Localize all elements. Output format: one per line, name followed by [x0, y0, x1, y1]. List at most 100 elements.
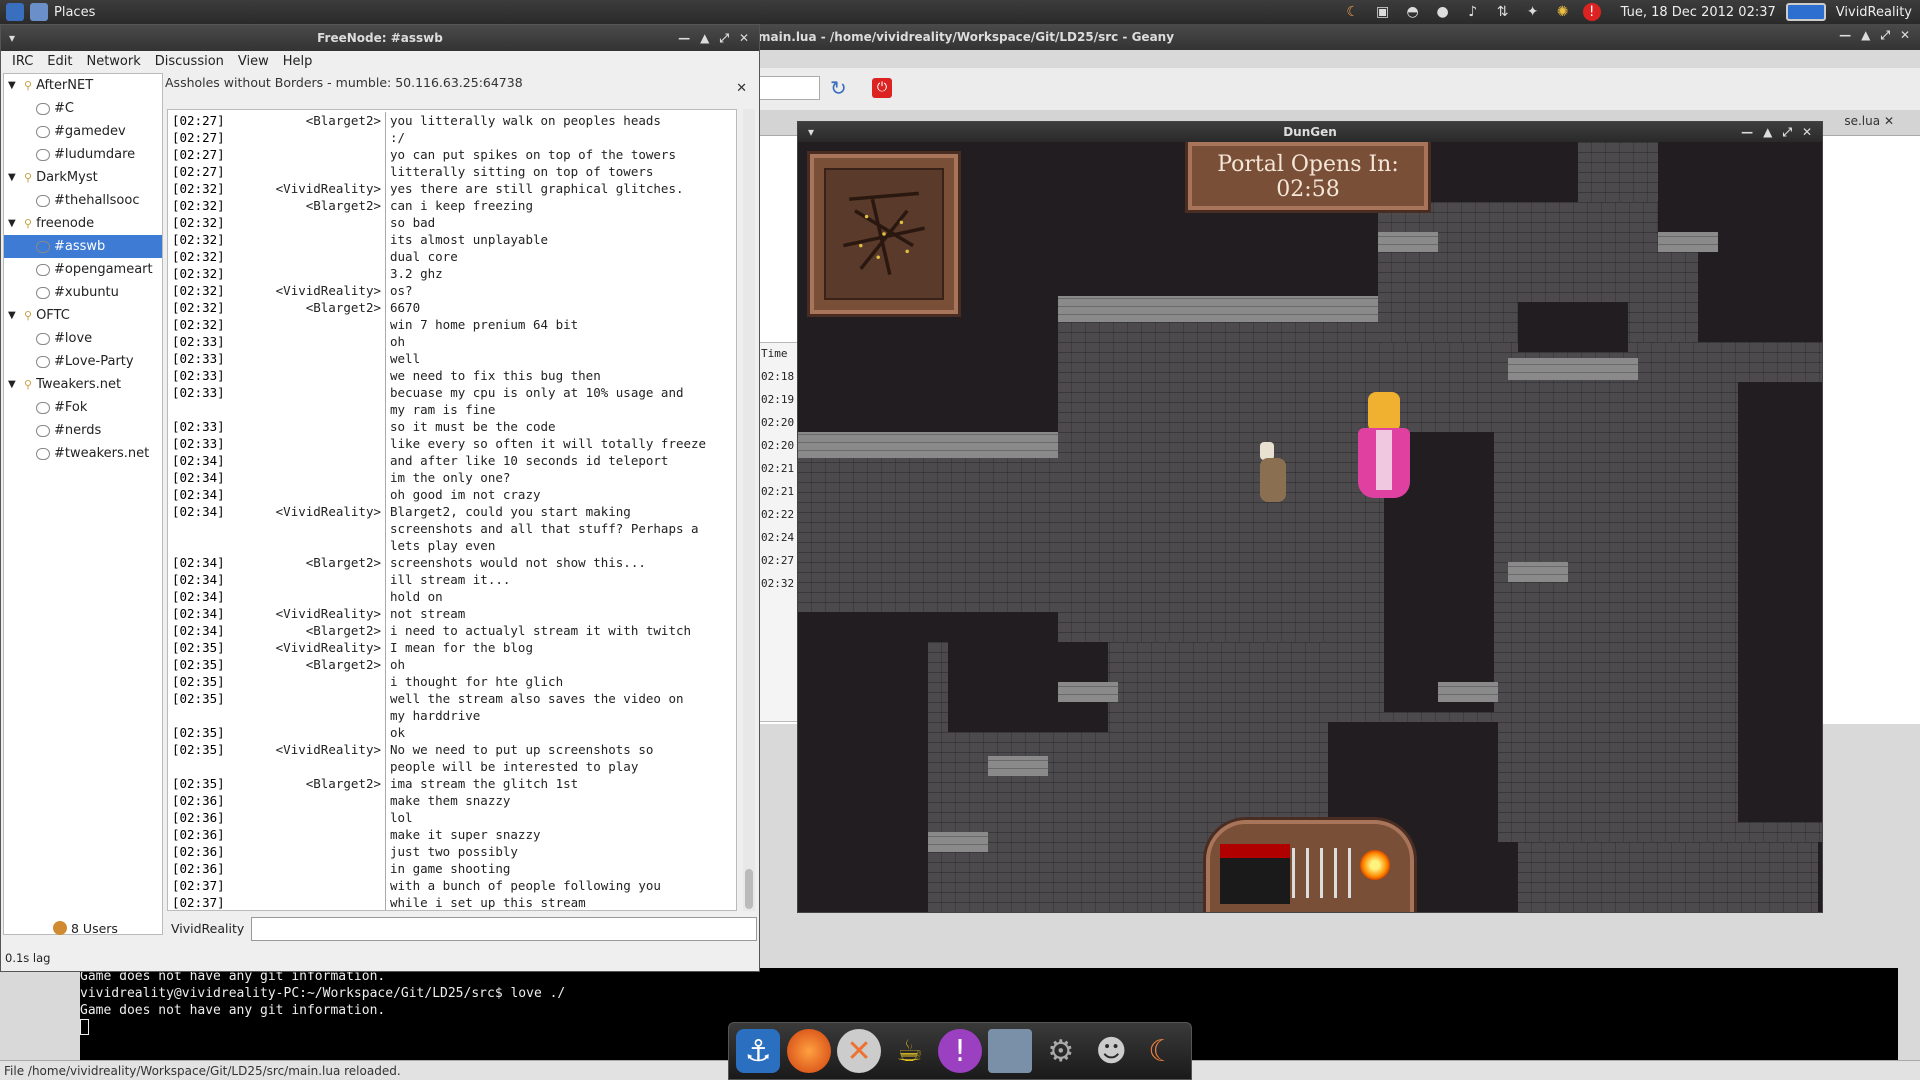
tab-se-lua[interactable]: se.lua ✕	[1844, 114, 1894, 128]
close-icon[interactable]: ✕	[1900, 28, 1910, 43]
expander-icon[interactable]: ▼	[8, 80, 20, 91]
chat-nick[interactable]: <Blarget2>	[238, 622, 386, 639]
x-tool-icon[interactable]: ✕	[837, 1029, 882, 1073]
menu-network[interactable]: Network	[79, 51, 147, 73]
expander-icon[interactable]: ▼	[8, 218, 20, 229]
nick-button[interactable]: VividReality	[171, 921, 244, 936]
chat-nick[interactable]	[238, 163, 386, 180]
chat-icon[interactable]: ●	[1433, 3, 1453, 21]
anchor-icon[interactable]: ⚓	[736, 1029, 781, 1073]
folder-icon[interactable]	[988, 1029, 1033, 1073]
tree-network[interactable]: ▼ ⚲ AfterNET	[4, 74, 162, 97]
chat-nick[interactable]	[238, 129, 386, 146]
chat-nick[interactable]	[238, 792, 386, 809]
topic-close-icon[interactable]: ✕	[736, 81, 747, 96]
places-menu[interactable]: Places	[0, 3, 95, 21]
workspace-switcher-icon[interactable]	[1785, 3, 1826, 21]
chat-nick[interactable]	[238, 877, 386, 894]
expander-icon[interactable]: ▼	[8, 310, 20, 321]
tree-channel[interactable]: #ludumdare	[4, 143, 162, 166]
tree-channel[interactable]: #C	[4, 97, 162, 120]
tree-channel[interactable]: #nerds	[4, 419, 162, 442]
chat-nick[interactable]: <Blarget2>	[238, 299, 386, 316]
user-name[interactable]: VividReality	[1836, 5, 1912, 20]
network-icon[interactable]: ⇅	[1493, 3, 1513, 21]
teapot-icon[interactable]: ☕	[888, 1029, 932, 1073]
window-menu-icon[interactable]: ▾	[9, 25, 15, 51]
close-icon[interactable]: ✕	[1802, 122, 1812, 142]
chat-nick[interactable]	[238, 350, 386, 367]
xfce-menu-icon[interactable]	[6, 3, 24, 21]
chat-log[interactable]: [02:27] <Blarget2> you litterally walk on …	[167, 109, 737, 911]
chat-nick[interactable]	[238, 809, 386, 826]
chat-nick[interactable]	[238, 690, 386, 724]
chat-nick[interactable]: <VividReality>	[238, 639, 386, 656]
firefox-icon[interactable]	[786, 1029, 831, 1073]
chat-nick[interactable]: <VividReality>	[238, 180, 386, 197]
chat-nick[interactable]	[238, 469, 386, 486]
expander-icon[interactable]: ▼	[8, 172, 20, 183]
chat-nick[interactable]	[238, 231, 386, 248]
chat-nick[interactable]: <Blarget2>	[238, 554, 386, 571]
window-menu-icon[interactable]: ▾	[808, 122, 814, 142]
tree-network[interactable]: ▼ ⚲ Tweakers.net	[4, 373, 162, 396]
love-icon[interactable]: ☾	[1140, 1029, 1184, 1073]
maximize-icon[interactable]: ⤢	[1880, 28, 1890, 43]
quit-icon[interactable]: ⏻	[872, 78, 892, 98]
chat-nick[interactable]	[238, 435, 386, 452]
geany-search-input[interactable]	[758, 76, 820, 100]
chat-nick[interactable]: <VividReality>	[238, 605, 386, 622]
chat-nick[interactable]	[238, 418, 386, 435]
chat-nick[interactable]: <Blarget2>	[238, 112, 386, 129]
redshift-icon[interactable]: ☾	[1343, 3, 1363, 21]
notify-icon[interactable]: !	[937, 1029, 982, 1073]
maximize-icon[interactable]: ⤢	[1782, 122, 1792, 142]
tree-channel[interactable]: #love	[4, 327, 162, 350]
shade-icon[interactable]: ▲	[700, 25, 709, 51]
expander-icon[interactable]: ▼	[8, 379, 20, 390]
chat-nick[interactable]	[238, 316, 386, 333]
chat-nick[interactable]: <VividReality>	[238, 282, 386, 299]
menu-discussion[interactable]: Discussion	[148, 51, 231, 73]
sun-icon[interactable]: ✺	[1553, 3, 1573, 21]
dropbox-icon[interactable]: ✦	[1523, 3, 1543, 21]
chat-nick[interactable]	[238, 452, 386, 469]
chat-nick[interactable]	[238, 265, 386, 282]
image-viewer-icon[interactable]: ▣	[1373, 3, 1393, 21]
gimp-icon[interactable]: ☻	[1089, 1029, 1133, 1073]
tree-channel[interactable]: #opengameart	[4, 258, 162, 281]
chat-nick[interactable]: <Blarget2>	[238, 656, 386, 673]
game-canvas[interactable]: Portal Opens In: 02:58	[798, 142, 1822, 912]
menu-edit[interactable]: Edit	[40, 51, 79, 73]
clock[interactable]: Tue, 18 Dec 2012 02:37	[1621, 5, 1776, 20]
chat-scrollbar[interactable]	[743, 109, 755, 911]
tree-channel[interactable]: #gamedev	[4, 120, 162, 143]
tree-channel[interactable]: #thehallsooc	[4, 189, 162, 212]
minimize-icon[interactable]: —	[1839, 28, 1851, 43]
chat-nick[interactable]	[238, 333, 386, 350]
tree-channel[interactable]: #Love-Party	[4, 350, 162, 373]
chat-nick[interactable]	[238, 894, 386, 910]
chat-nick[interactable]	[238, 146, 386, 163]
menu-help[interactable]: Help	[276, 51, 320, 73]
user-count[interactable]: 8 Users	[71, 921, 118, 936]
chat-nick[interactable]: <VividReality>	[238, 741, 386, 775]
shade-icon[interactable]: ▲	[1861, 28, 1870, 43]
chat-nick[interactable]: <Blarget2>	[238, 775, 386, 792]
chat-nick[interactable]	[238, 843, 386, 860]
scroll-thumb[interactable]	[745, 869, 753, 909]
tree-channel[interactable]: #asswb	[4, 235, 162, 258]
minimize-icon[interactable]: —	[1741, 122, 1753, 142]
tree-channel[interactable]: #tweakers.net	[4, 442, 162, 465]
menu-irc[interactable]: IRC	[5, 51, 40, 73]
chat-nick[interactable]: <VividReality>	[238, 503, 386, 554]
drive-icon[interactable]: ◓	[1403, 3, 1423, 21]
tab-close-icon[interactable]: ✕	[1884, 114, 1894, 128]
chat-nick[interactable]	[238, 214, 386, 231]
chat-nick[interactable]: <Blarget2>	[238, 197, 386, 214]
tree-network[interactable]: ▼ ⚲ freenode	[4, 212, 162, 235]
alert-icon[interactable]: !	[1582, 3, 1601, 21]
chat-nick[interactable]	[238, 571, 386, 588]
chat-nick[interactable]	[238, 724, 386, 741]
minimize-icon[interactable]: —	[678, 25, 690, 51]
